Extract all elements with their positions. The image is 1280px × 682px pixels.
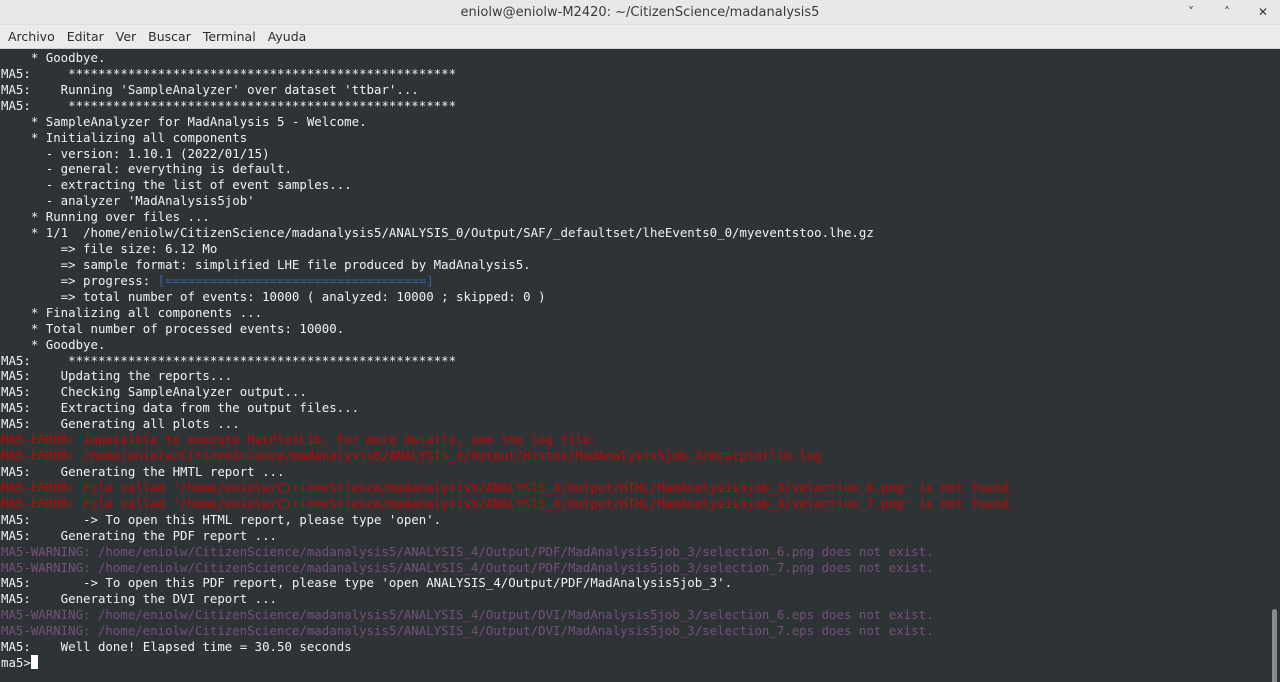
output-text: MA5: ***********************************… <box>1 65 457 81</box>
terminal-line: * Running over files ... <box>1 209 1266 225</box>
terminal-line: * Initializing all components <box>1 130 1266 146</box>
terminal-line: * Goodbye. <box>1 337 1266 353</box>
terminal-line: MA5: Updating the reports... <box>1 368 1266 384</box>
output-text: - analyzer 'MadAnalysis5job' <box>1 193 255 209</box>
terminal-line: MA5: Generating the HMTL report ... <box>1 464 1266 480</box>
output-text: - extracting the list of event samples..… <box>1 177 352 193</box>
menu-bar: Archivo Editar Ver Buscar Terminal Ayuda <box>0 25 1280 49</box>
terminal-line: MA5-ERROR: File called '/home/eniolw/Cit… <box>1 480 1266 496</box>
output-text: MA5: Generating all plots ... <box>1 416 240 432</box>
scrollbar[interactable] <box>1268 49 1280 682</box>
terminal-line: MA5: -> To open this PDF report, please … <box>1 575 1266 591</box>
menu-editar[interactable]: Editar <box>61 25 110 48</box>
error-text: MA5-ERROR: File called '/home/eniolw/Cit… <box>1 495 1016 511</box>
terminal-line: => progress: [==========================… <box>1 273 1266 289</box>
maximize-icon[interactable]: ˄ <box>1218 3 1236 21</box>
output-text: * SampleAnalyzer for MadAnalysis 5 - Wel… <box>1 113 367 129</box>
terminal-line: MA5: Generating the DVI report ... <box>1 591 1266 607</box>
menu-ver[interactable]: Ver <box>110 25 142 48</box>
terminal-line: MA5: Checking SampleAnalyzer output... <box>1 384 1266 400</box>
output-text: MA5: -> To open this HTML report, please… <box>1 511 442 527</box>
terminal-line: MA5: Running 'SampleAnalyzer' over datas… <box>1 82 1266 98</box>
output-text: MA5: Well done! Elapsed time = 30.50 sec… <box>1 639 352 655</box>
window-controls: ˅ ˄ ✕ <box>1182 0 1272 24</box>
output-text: MA5: Running 'SampleAnalyzer' over datas… <box>1 81 419 97</box>
terminal-line: MA5: Extracting data from the output fil… <box>1 400 1266 416</box>
output-text: => file size: 6.12 Mo <box>1 241 218 257</box>
terminal-line: MA5-ERROR: Impossible to execute MatPlot… <box>1 432 1266 448</box>
output-text: MA5: Generating the HMTL report ... <box>1 463 285 479</box>
terminal-line: MA5: ***********************************… <box>1 66 1266 82</box>
output-text: * Goodbye. <box>1 336 106 352</box>
prompt-line[interactable]: ma5> <box>1 655 1266 671</box>
terminal-line: - extracting the list of event samples..… <box>1 177 1266 193</box>
window-title: eniolw@eniolw-M2420: ~/CitizenScience/ma… <box>460 4 820 20</box>
prompt: ma5> <box>1 655 31 671</box>
terminal-output[interactable]: * Goodbye. MA5: *************************… <box>1 50 1266 682</box>
terminal-line: - general: everything is default. <box>1 161 1266 177</box>
terminal-line: MA5: Generating the PDF report ... <box>1 528 1266 544</box>
terminal-line: => sample format: simplified LHE file pr… <box>1 257 1266 273</box>
terminal-line: => file size: 6.12 Mo <box>1 241 1266 257</box>
terminal-line: - analyzer 'MadAnalysis5job' <box>1 193 1266 209</box>
output-text: - version: 1.10.1 (2022/01/15) <box>1 145 270 161</box>
menu-terminal[interactable]: Terminal <box>197 25 262 48</box>
output-text: * Total number of processed events: 1000… <box>1 320 345 336</box>
output-text: => progress: <box>1 272 158 288</box>
terminal-line: MA5-ERROR: File called '/home/eniolw/Cit… <box>1 496 1266 512</box>
text-cursor <box>30 655 38 670</box>
menu-ayuda[interactable]: Ayuda <box>262 25 313 48</box>
warning-text: MA5-WARNING: /home/eniolw/CitizenScience… <box>1 543 934 559</box>
output-text: - general: everything is default. <box>1 161 292 177</box>
warning-text: MA5-WARNING: /home/eniolw/CitizenScience… <box>1 607 934 623</box>
terminal-line: MA5: Generating all plots ... <box>1 416 1266 432</box>
terminal-line: * Goodbye. <box>1 50 1266 66</box>
error-text: MA5-ERROR: File called '/home/eniolw/Cit… <box>1 479 1016 495</box>
terminal-line: * Total number of processed events: 1000… <box>1 321 1266 337</box>
minimize-icon[interactable]: ˅ <box>1182 3 1200 21</box>
scrollbar-thumb[interactable] <box>1272 609 1277 682</box>
terminal-line: MA5: Well done! Elapsed time = 30.50 sec… <box>1 639 1266 655</box>
output-text: MA5: Generating the PDF report ... <box>1 527 278 543</box>
output-text: * Goodbye. <box>1 50 106 65</box>
output-text: MA5: Generating the DVI report ... <box>1 591 278 607</box>
error-text: MA5-ERROR: Impossible to execute MatPlot… <box>1 432 598 448</box>
terminal-line: MA5: ***********************************… <box>1 353 1266 369</box>
menu-buscar[interactable]: Buscar <box>142 25 197 48</box>
output-text: MA5: ***********************************… <box>1 352 457 368</box>
output-text: MA5: Extracting data from the output fil… <box>1 400 360 416</box>
terminal-area[interactable]: * Goodbye. MA5: *************************… <box>0 49 1280 682</box>
terminal-line: MA5: -> To open this HTML report, please… <box>1 512 1266 528</box>
output-text: => sample format: simplified LHE file pr… <box>1 256 531 272</box>
output-text: * 1/1 /home/eniolw/CitizenScience/madana… <box>1 225 874 241</box>
menu-archivo[interactable]: Archivo <box>2 25 61 48</box>
terminal-line: MA5-WARNING: /home/eniolw/CitizenScience… <box>1 623 1266 639</box>
terminal-line: MA5-WARNING: /home/eniolw/CitizenScience… <box>1 607 1266 623</box>
warning-text: MA5-WARNING: /home/eniolw/CitizenScience… <box>1 559 934 575</box>
title-bar[interactable]: eniolw@eniolw-M2420: ~/CitizenScience/ma… <box>0 0 1280 25</box>
terminal-line: - version: 1.10.1 (2022/01/15) <box>1 146 1266 162</box>
output-text: * Initializing all components <box>1 129 248 145</box>
terminal-line: MA5: ***********************************… <box>1 98 1266 114</box>
terminal-line: => total number of events: 10000 ( analy… <box>1 289 1266 305</box>
progress-bar: [===================================] <box>157 272 434 288</box>
output-text: MA5: ***********************************… <box>1 97 457 113</box>
terminal-window: eniolw@eniolw-M2420: ~/CitizenScience/ma… <box>0 0 1280 682</box>
terminal-line: MA5-ERROR: /home/eniolw/CitizenScience/m… <box>1 448 1266 464</box>
output-text: * Finalizing all components ... <box>1 304 263 320</box>
terminal-line: * Finalizing all components ... <box>1 305 1266 321</box>
output-text: MA5: -> To open this PDF report, please … <box>1 575 733 591</box>
error-text: MA5-ERROR: /home/eniolw/CitizenScience/m… <box>1 448 822 464</box>
close-icon[interactable]: ✕ <box>1254 3 1272 21</box>
terminal-line: MA5-WARNING: /home/eniolw/CitizenScience… <box>1 544 1266 560</box>
warning-text: MA5-WARNING: /home/eniolw/CitizenScience… <box>1 623 934 639</box>
output-text: * Running over files ... <box>1 209 210 225</box>
output-text: => total number of events: 10000 ( analy… <box>1 288 546 304</box>
terminal-line: * 1/1 /home/eniolw/CitizenScience/madana… <box>1 225 1266 241</box>
output-text: MA5: Updating the reports... <box>1 368 233 384</box>
terminal-line: MA5-WARNING: /home/eniolw/CitizenScience… <box>1 560 1266 576</box>
output-text: MA5: Checking SampleAnalyzer output... <box>1 384 307 400</box>
terminal-line: * SampleAnalyzer for MadAnalysis 5 - Wel… <box>1 114 1266 130</box>
